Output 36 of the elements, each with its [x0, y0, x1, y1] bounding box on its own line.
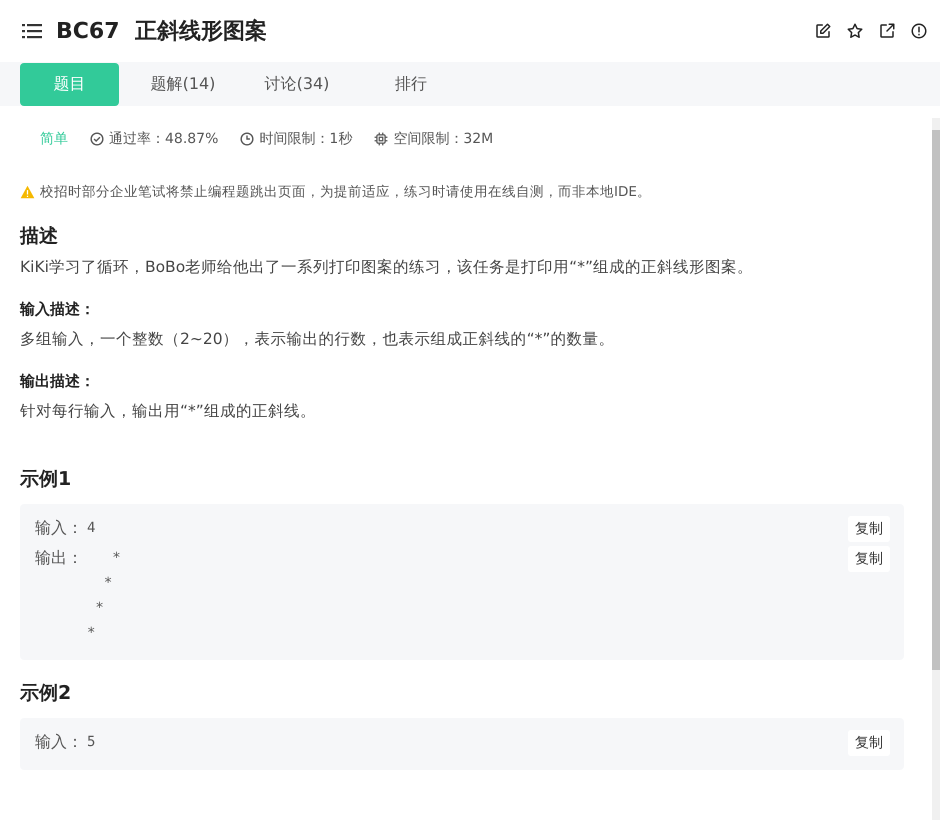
copy-button[interactable]: 复制: [848, 546, 890, 572]
chip-icon: [374, 132, 388, 146]
io-label: 输出：: [35, 547, 84, 569]
problem-title: BC67 正斜线形图案: [56, 18, 268, 46]
example-heading: 示例2: [20, 681, 72, 706]
scrollbar[interactable]: [932, 118, 940, 820]
io-label: 输入：: [35, 731, 84, 753]
io-label: 输入：: [35, 517, 84, 539]
section-heading: 输入描述：: [20, 300, 96, 319]
time-limit: 时间限制：1秒: [259, 130, 352, 148]
info-icon[interactable]: [910, 22, 928, 40]
clock-icon: [240, 132, 254, 146]
code-text: * * * *: [87, 549, 122, 643]
copy-button[interactable]: 复制: [848, 730, 890, 756]
edit-icon[interactable]: [814, 22, 832, 40]
difficulty-label: 简单: [40, 130, 68, 148]
example-heading: 示例1: [20, 467, 72, 492]
check-circle-icon: [90, 132, 104, 146]
share-icon[interactable]: [878, 22, 896, 40]
star-icon[interactable]: [846, 22, 864, 40]
section-heading: 描述: [20, 224, 59, 249]
tab[interactable]: 讨论(34): [264, 62, 330, 106]
pass-rate: 通过率：48.87%: [109, 130, 218, 148]
code-text: 4: [87, 519, 96, 538]
input-description: 多组输入，一个整数（2~20），表示输出的行数，也表示组成正斜线的“*”的数量。: [20, 329, 616, 350]
output-description: 针对每行输入，输出用“*”组成的正斜线。: [20, 401, 317, 422]
notice-text: 校招时部分企业笔试将禁止编程题跳出页面，为提前适应，练习时请使用在线自测，而非本地IDE。: [40, 183, 651, 201]
memory-limit: 空间限制：32M: [393, 130, 494, 148]
description-text: KiKi学习了循环，BoBo老师给他出了一系列打印图案的练习，该任务是打印用“*”组成的正斜线形图案。: [20, 257, 754, 278]
section-heading: 输出描述：: [20, 372, 96, 391]
code-text: 5: [87, 733, 96, 752]
copy-button[interactable]: 复制: [848, 516, 890, 542]
tab[interactable]: 排行: [378, 62, 444, 106]
list-icon[interactable]: [22, 23, 42, 39]
tab[interactable]: 题解(14): [150, 62, 216, 106]
warning-icon: [20, 185, 35, 199]
